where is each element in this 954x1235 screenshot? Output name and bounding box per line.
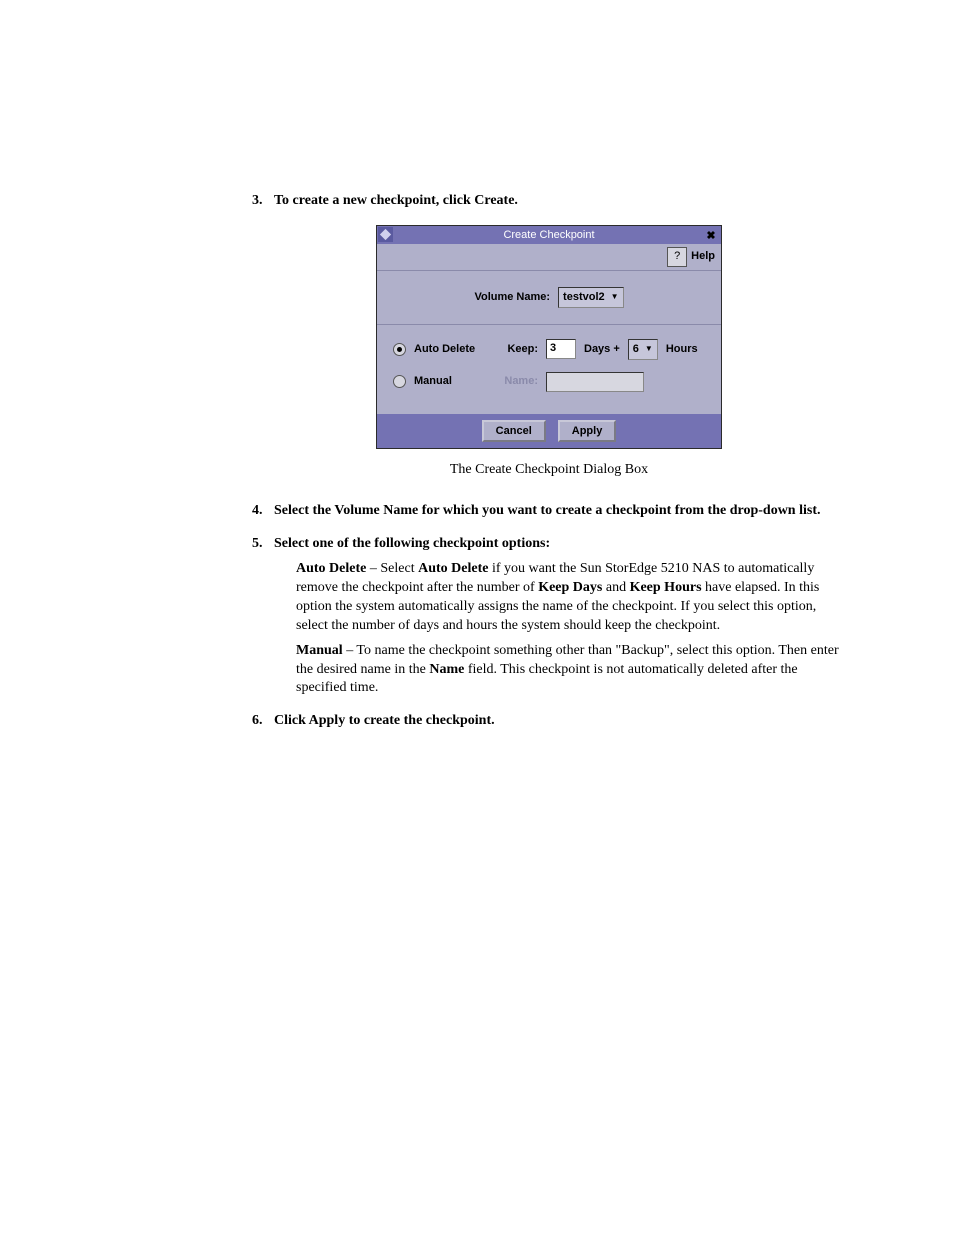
step-number: 6. [252, 712, 274, 731]
volume-row: Volume Name: testvol2 ▼ [377, 271, 721, 325]
auto-delete-row: Auto Delete Keep: 3 Days + 6 ▼ Hours [393, 339, 705, 360]
manual-row: Manual Name: [393, 372, 705, 392]
document-page: 3. To create a new checkpoint, click Cre… [0, 0, 954, 731]
cancel-button[interactable]: Cancel [482, 420, 546, 443]
options-panel: Auto Delete Keep: 3 Days + 6 ▼ Hours Man… [377, 325, 721, 414]
name-input[interactable] [546, 372, 644, 392]
auto-delete-description: Auto Delete – Select Auto Delete if you … [296, 560, 846, 636]
hours-value: 6 [633, 342, 639, 357]
chevron-down-icon: ▼ [645, 344, 653, 355]
help-label[interactable]: Help [691, 249, 715, 264]
days-input[interactable]: 3 [546, 339, 576, 359]
step-3: 3. To create a new checkpoint, click Cre… [252, 192, 846, 211]
step-5: 5. Select one of the following checkpoin… [252, 535, 846, 554]
step-number: 5. [252, 535, 274, 554]
radio-auto-delete[interactable] [393, 343, 406, 356]
create-checkpoint-dialog: Create Checkpoint ✖ ? Help Volume Name: … [376, 225, 722, 450]
step-4: 4. Select the Volume Name for which you … [252, 502, 846, 521]
step-number: 3. [252, 192, 274, 211]
step-text: Click Apply to create the checkpoint. [274, 712, 846, 731]
app-icon [378, 227, 393, 242]
close-icon[interactable]: ✖ [704, 227, 718, 241]
step-text: Select one of the following checkpoint o… [274, 535, 846, 554]
volume-value: testvol2 [563, 290, 605, 305]
radio-manual[interactable] [393, 375, 406, 388]
keep-label: Keep: [498, 342, 538, 357]
auto-delete-label: Auto Delete [414, 342, 490, 357]
volume-label: Volume Name: [474, 290, 550, 305]
step-text: To create a new checkpoint, click Create… [274, 192, 846, 211]
dialog-title-text: Create Checkpoint [503, 229, 594, 241]
manual-label: Manual [414, 374, 490, 389]
help-row: ? Help [377, 244, 721, 271]
dialog-titlebar: Create Checkpoint ✖ [377, 226, 721, 244]
volume-select[interactable]: testvol2 ▼ [558, 287, 624, 308]
help-icon[interactable]: ? [667, 247, 687, 267]
hours-label: Hours [666, 342, 698, 357]
apply-button[interactable]: Apply [558, 420, 617, 443]
manual-description: Manual – To name the checkpoint somethin… [296, 642, 846, 699]
name-label: Name: [498, 374, 538, 389]
hours-select[interactable]: 6 ▼ [628, 339, 658, 360]
days-label: Days + [584, 342, 620, 357]
figure-caption: The Create Checkpoint Dialog Box [252, 461, 846, 480]
step-text: Select the Volume Name for which you wan… [274, 502, 846, 521]
step-6: 6. Click Apply to create the checkpoint. [252, 712, 846, 731]
chevron-down-icon: ▼ [611, 292, 619, 303]
button-bar: Cancel Apply [377, 414, 721, 449]
step-number: 4. [252, 502, 274, 521]
